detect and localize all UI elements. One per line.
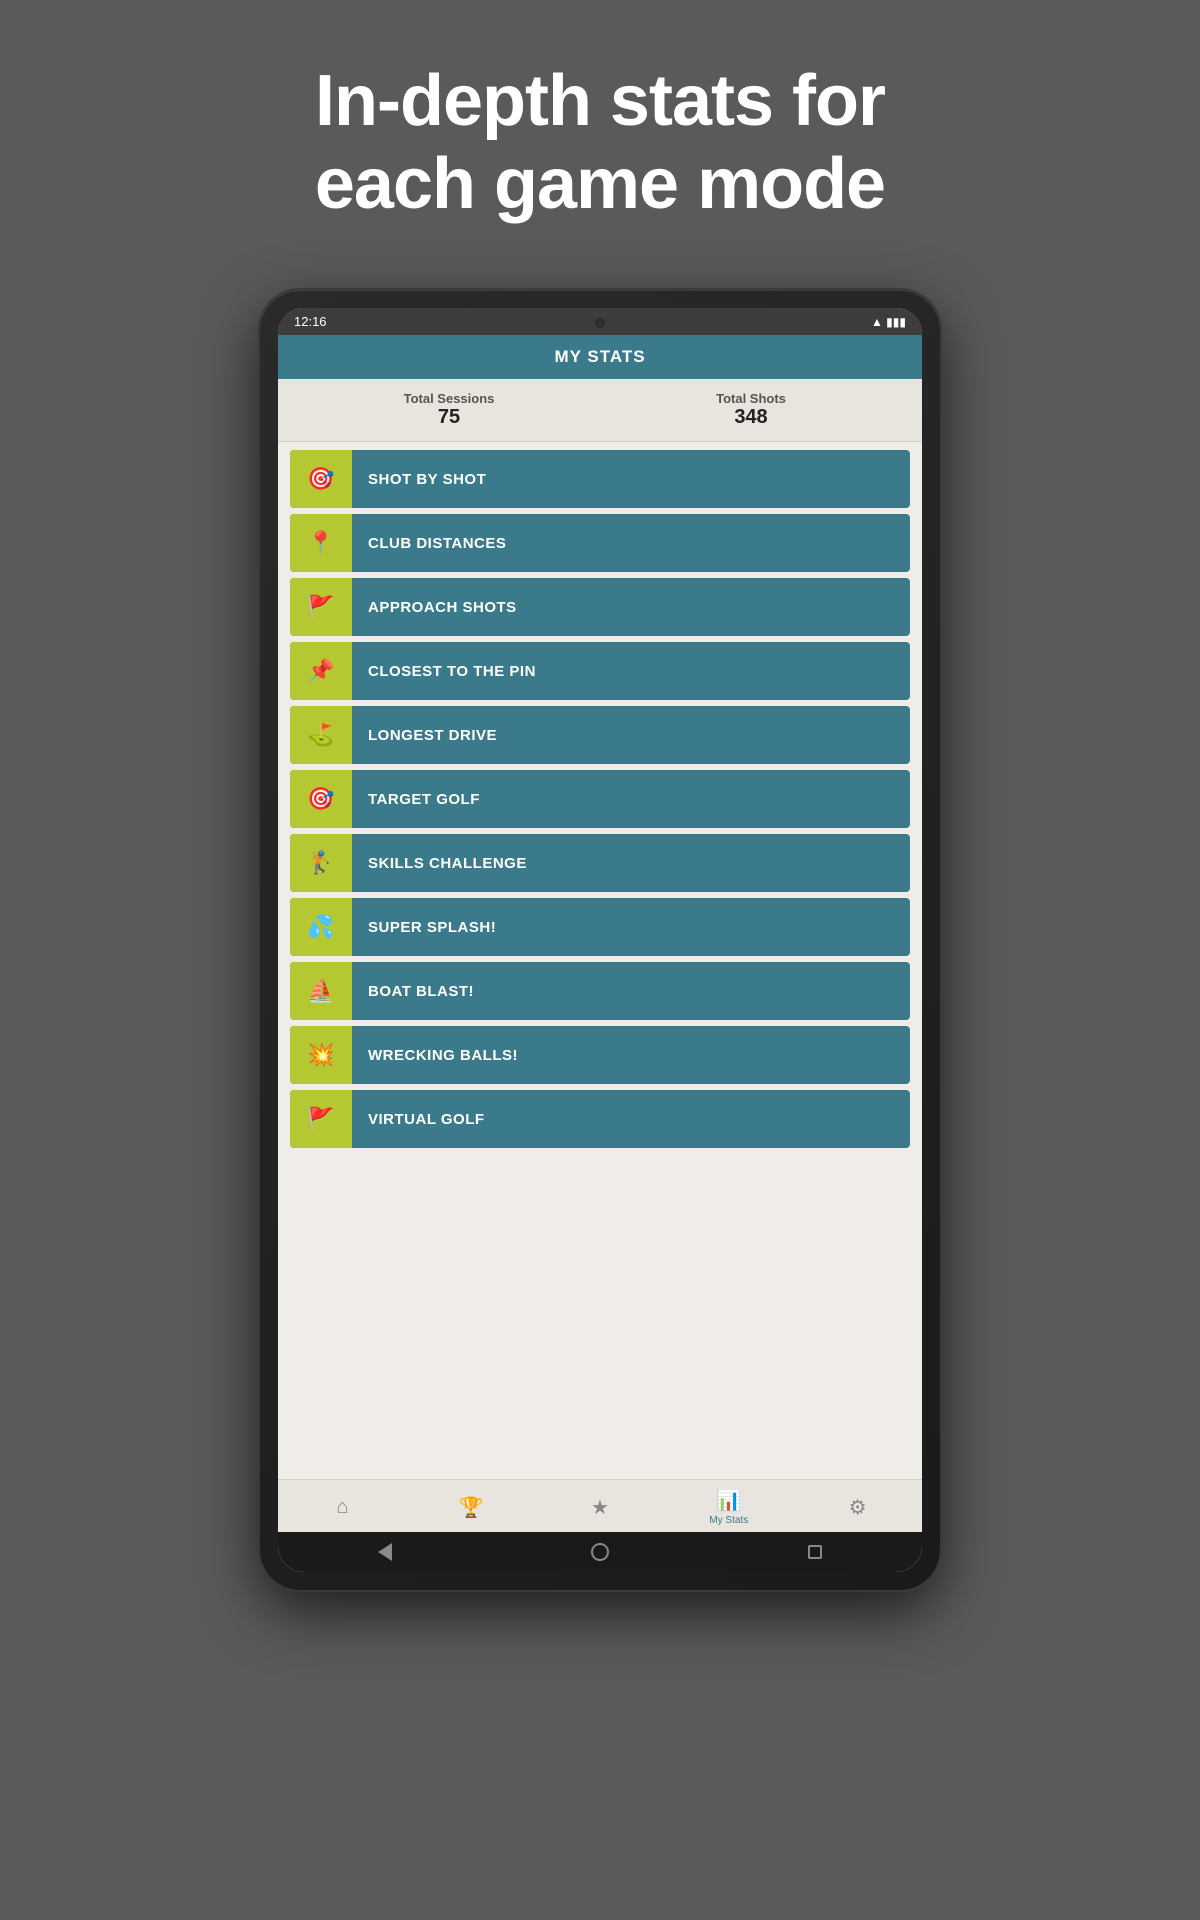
back-button[interactable] <box>375 1542 395 1562</box>
status-icons: ▲ ▮▮▮ <box>871 315 906 329</box>
shots-stat: Total Shots 348 <box>600 391 902 429</box>
mode-item-virtual-golf[interactable]: 🚩VIRTUAL GOLF <box>290 1090 910 1148</box>
mode-item-approach-shots[interactable]: 🚩APPROACH SHOTS <box>290 578 910 636</box>
nav-item-stats[interactable]: 📊 My Stats <box>704 1488 754 1526</box>
nav-item-star[interactable]: ★ <box>575 1495 625 1520</box>
android-nav <box>278 1532 922 1572</box>
page-background: In-depth stats for each game mode 12:16 … <box>0 0 1200 1920</box>
sessions-value: 75 <box>298 406 600 429</box>
mode-icon-longest-drive: ⛳ <box>290 706 352 764</box>
mode-icon-boat-blast: ⛵ <box>290 962 352 1020</box>
tablet-wrapper: 12:16 ▲ ▮▮▮ MY STATS Total Sessions 75 <box>260 290 940 1590</box>
headline-line1: In-depth stats for <box>80 60 1120 143</box>
app-bar: MY STATS <box>278 335 922 379</box>
mode-label-closest-to-pin: CLOSEST TO THE PIN <box>352 663 536 680</box>
bottom-nav: ⌂ 🏆 ★ 📊 My Stats ⚙ <box>278 1479 922 1532</box>
mode-icon-virtual-golf: 🚩 <box>290 1090 352 1148</box>
mode-label-super-splash: SUPER SPLASH! <box>352 919 496 936</box>
mode-label-longest-drive: LONGEST DRIVE <box>352 727 497 744</box>
status-time: 12:16 <box>294 314 327 329</box>
mode-label-virtual-golf: VIRTUAL GOLF <box>352 1111 485 1128</box>
tablet-outer: 12:16 ▲ ▮▮▮ MY STATS Total Sessions 75 <box>260 290 940 1590</box>
shots-value: 348 <box>600 406 902 429</box>
mode-label-skills-challenge: SKILLS CHALLENGE <box>352 855 527 872</box>
mode-label-target-golf: TARGET GOLF <box>352 791 480 808</box>
mode-icon-approach-shots: 🚩 <box>290 578 352 636</box>
mode-item-super-splash[interactable]: 💦SUPER SPLASH! <box>290 898 910 956</box>
tablet-camera <box>595 318 605 328</box>
mode-item-shot-by-shot[interactable]: 🎯SHOT BY SHOT <box>290 450 910 508</box>
mode-icon-closest-to-pin: 📌 <box>290 642 352 700</box>
mode-icon-target-golf: 🎯 <box>290 770 352 828</box>
stats-summary: Total Sessions 75 Total Shots 348 <box>278 379 922 442</box>
home-icon <box>591 1543 609 1561</box>
app-title: MY STATS <box>554 347 645 366</box>
mode-label-club-distances: CLUB DISTANCES <box>352 535 506 552</box>
mode-item-club-distances[interactable]: 📍CLUB DISTANCES <box>290 514 910 572</box>
headline-line2: each game mode <box>80 143 1120 226</box>
recents-button[interactable] <box>805 1542 825 1562</box>
mode-item-skills-challenge[interactable]: 🏌SKILLS CHALLENGE <box>290 834 910 892</box>
sessions-label: Total Sessions <box>298 391 600 406</box>
modes-list: 🎯SHOT BY SHOT📍CLUB DISTANCES🚩APPROACH SH… <box>278 442 922 1479</box>
recents-icon <box>808 1545 822 1559</box>
mode-item-longest-drive[interactable]: ⛳LONGEST DRIVE <box>290 706 910 764</box>
mode-label-approach-shots: APPROACH SHOTS <box>352 599 517 616</box>
mode-icon-club-distances: 📍 <box>290 514 352 572</box>
shots-label: Total Shots <box>600 391 902 406</box>
nav-icon-settings: ⚙ <box>849 1495 867 1520</box>
mode-icon-super-splash: 💦 <box>290 898 352 956</box>
page-headline: In-depth stats for each game mode <box>0 0 1200 266</box>
nav-icon-trophy: 🏆 <box>459 1495 484 1520</box>
nav-item-home[interactable]: ⌂ <box>317 1496 367 1519</box>
mode-icon-shot-by-shot: 🎯 <box>290 450 352 508</box>
nav-item-trophy[interactable]: 🏆 <box>446 1495 496 1520</box>
nav-icon-home: ⌂ <box>336 1496 348 1519</box>
tablet-screen: 12:16 ▲ ▮▮▮ MY STATS Total Sessions 75 <box>278 308 922 1572</box>
nav-icon-star: ★ <box>591 1495 609 1520</box>
mode-icon-wrecking-balls: 💥 <box>290 1026 352 1084</box>
mode-label-boat-blast: BOAT BLAST! <box>352 983 474 1000</box>
nav-icon-stats: 📊 <box>716 1488 741 1513</box>
mode-item-closest-to-pin[interactable]: 📌CLOSEST TO THE PIN <box>290 642 910 700</box>
home-button[interactable] <box>590 1542 610 1562</box>
mode-item-wrecking-balls[interactable]: 💥WRECKING BALLS! <box>290 1026 910 1084</box>
mode-icon-skills-challenge: 🏌 <box>290 834 352 892</box>
nav-item-settings[interactable]: ⚙ <box>833 1495 883 1520</box>
mode-item-boat-blast[interactable]: ⛵BOAT BLAST! <box>290 962 910 1020</box>
nav-label-stats: My Stats <box>709 1515 748 1526</box>
battery-icon: ▲ ▮▮▮ <box>871 315 906 329</box>
back-icon <box>378 1543 392 1561</box>
mode-item-target-golf[interactable]: 🎯TARGET GOLF <box>290 770 910 828</box>
mode-label-wrecking-balls: WRECKING BALLS! <box>352 1047 518 1064</box>
sessions-stat: Total Sessions 75 <box>298 391 600 429</box>
mode-label-shot-by-shot: SHOT BY SHOT <box>352 471 486 488</box>
